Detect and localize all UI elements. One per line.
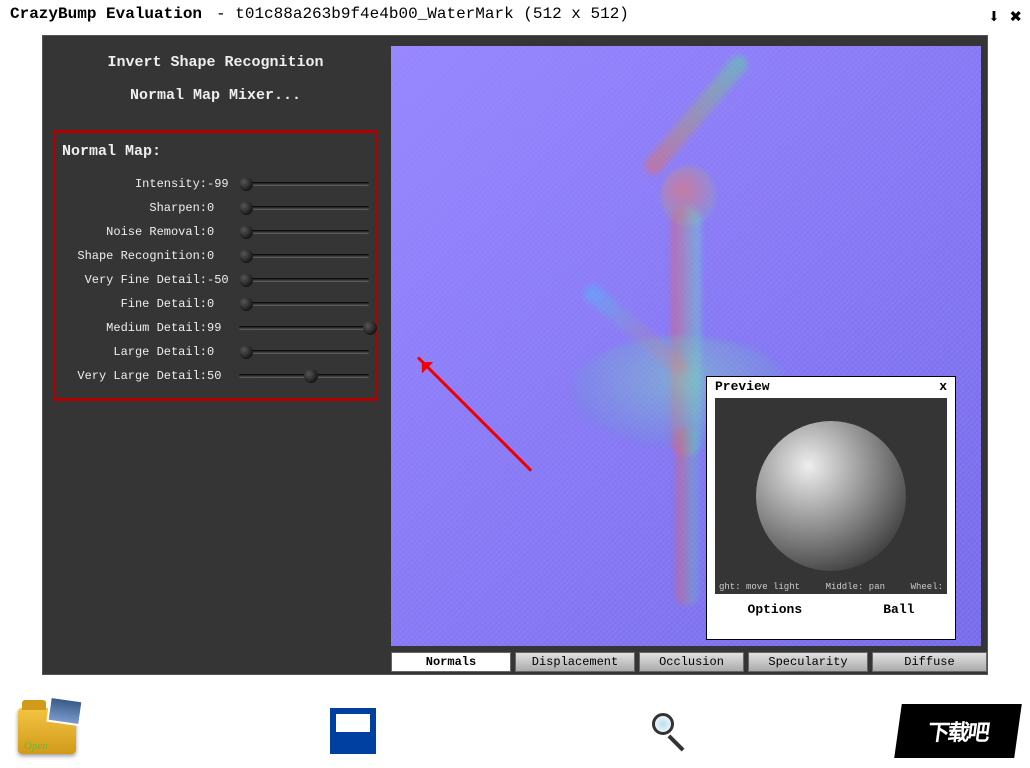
slider-value: 0 xyxy=(207,297,235,311)
slider-row-shape-recognition: Shape Recognition:0 xyxy=(62,244,369,268)
slider-knob[interactable] xyxy=(239,273,253,287)
slider-row-very-large-detail: Very Large Detail:50 xyxy=(62,364,369,388)
slider-label: Very Large Detail: xyxy=(62,369,207,383)
folder-icon: Open xyxy=(18,708,76,754)
slider-label: Noise Removal: xyxy=(62,225,207,239)
app-title: CrazyBump Evaluation xyxy=(10,5,202,23)
slider-track[interactable] xyxy=(239,278,369,282)
slider-value: -99 xyxy=(207,177,235,191)
bottom-toolbar: Open Save 下载吧 xyxy=(0,700,1030,762)
save-label: Save xyxy=(338,714,364,726)
tab-specularity[interactable]: Specularity xyxy=(748,652,868,672)
slider-value: -50 xyxy=(207,273,235,287)
tab-displacement[interactable]: Displacement xyxy=(515,652,635,672)
logo-text: 下载吧 xyxy=(894,704,1022,758)
slider-row-very-fine-detail: Very Fine Detail:-50 xyxy=(62,268,369,292)
slider-label: Medium Detail: xyxy=(62,321,207,335)
slider-track[interactable] xyxy=(239,326,369,330)
preview-close-icon[interactable]: x xyxy=(939,379,947,394)
title-bar: CrazyBump Evaluation - t01c88a263b9f4e4b… xyxy=(0,0,1030,28)
slider-label: Very Fine Detail: xyxy=(62,273,207,287)
magnifier-icon xyxy=(650,711,690,751)
normal-map-panel: Normal Map: Intensity:-99Sharpen:0Noise … xyxy=(53,130,378,401)
slider-label: Shape Recognition: xyxy=(62,249,207,263)
slider-label: Sharpen: xyxy=(62,201,207,215)
slider-track[interactable] xyxy=(239,206,369,210)
slider-value: 0 xyxy=(207,249,235,263)
map-tabs: NormalsDisplacementOcclusionSpecularityD… xyxy=(391,652,987,672)
preview-window[interactable]: Preview x ght: move light Middle: pan Wh… xyxy=(706,376,956,640)
tab-normals[interactable]: Normals xyxy=(391,652,511,672)
watermark-logo: 下载吧 xyxy=(898,704,1018,758)
slider-track[interactable] xyxy=(239,374,369,378)
slider-knob[interactable] xyxy=(239,201,253,215)
close-icon[interactable]: ✖ xyxy=(1010,4,1022,30)
slider-row-noise-removal: Noise Removal:0 xyxy=(62,220,369,244)
slider-knob[interactable] xyxy=(239,177,253,191)
slider-knob[interactable] xyxy=(363,321,377,335)
slider-value: 0 xyxy=(207,201,235,215)
slider-row-sharpen: Sharpen:0 xyxy=(62,196,369,220)
slider-value: 99 xyxy=(207,321,235,335)
open-button[interactable]: Open xyxy=(18,708,76,754)
slider-track[interactable] xyxy=(239,254,369,258)
slider-track[interactable] xyxy=(239,302,369,306)
download-arrow-icon[interactable]: ⬇ xyxy=(988,4,1000,30)
hint-pan: Middle: pan xyxy=(826,582,885,592)
magnifier-button[interactable] xyxy=(650,711,690,751)
slider-row-fine-detail: Fine Detail:0 xyxy=(62,292,369,316)
hint-light: ght: move light xyxy=(719,582,800,592)
open-label: Open xyxy=(24,740,48,752)
preview-ball-button[interactable]: Ball xyxy=(883,602,914,617)
normal-map-mixer-button[interactable]: Normal Map Mixer... xyxy=(53,79,378,112)
slider-value: 0 xyxy=(207,345,235,359)
slider-value: 50 xyxy=(207,369,235,383)
tab-occlusion[interactable]: Occlusion xyxy=(639,652,744,672)
slider-track[interactable] xyxy=(239,182,369,186)
slider-track[interactable] xyxy=(239,230,369,234)
floppy-icon: Save xyxy=(330,708,376,754)
slider-knob[interactable] xyxy=(239,249,253,263)
slider-track[interactable] xyxy=(239,350,369,354)
slider-knob[interactable] xyxy=(239,225,253,239)
slider-label: Intensity: xyxy=(62,177,207,191)
preview-hints: ght: move light Middle: pan Wheel: xyxy=(719,582,943,592)
hint-wheel: Wheel: xyxy=(911,582,943,592)
tab-diffuse[interactable]: Diffuse xyxy=(872,652,987,672)
slider-label: Large Detail: xyxy=(62,345,207,359)
preview-title: Preview xyxy=(715,379,770,394)
slider-knob[interactable] xyxy=(239,297,253,311)
slider-row-medium-detail: Medium Detail:99 xyxy=(62,316,369,340)
save-button[interactable]: Save xyxy=(330,708,376,754)
slider-knob[interactable] xyxy=(304,369,318,383)
left-panel: Invert Shape Recognition Normal Map Mixe… xyxy=(43,36,388,674)
title-bar-icons: ⬇ ✖ xyxy=(988,4,1022,30)
preview-ball[interactable] xyxy=(756,421,906,571)
preview-options-button[interactable]: Options xyxy=(748,602,803,617)
invert-shape-recognition-button[interactable]: Invert Shape Recognition xyxy=(53,46,378,79)
slider-row-large-detail: Large Detail:0 xyxy=(62,340,369,364)
slider-label: Fine Detail: xyxy=(62,297,207,311)
slider-value: 0 xyxy=(207,225,235,239)
slider-knob[interactable] xyxy=(239,345,253,359)
preview-3d-viewport[interactable]: ght: move light Middle: pan Wheel: xyxy=(715,398,947,594)
slider-row-intensity: Intensity:-99 xyxy=(62,172,369,196)
file-title: - t01c88a263b9f4e4b00_WaterMark (512 x 5… xyxy=(216,5,629,23)
normal-map-title: Normal Map: xyxy=(62,143,369,160)
